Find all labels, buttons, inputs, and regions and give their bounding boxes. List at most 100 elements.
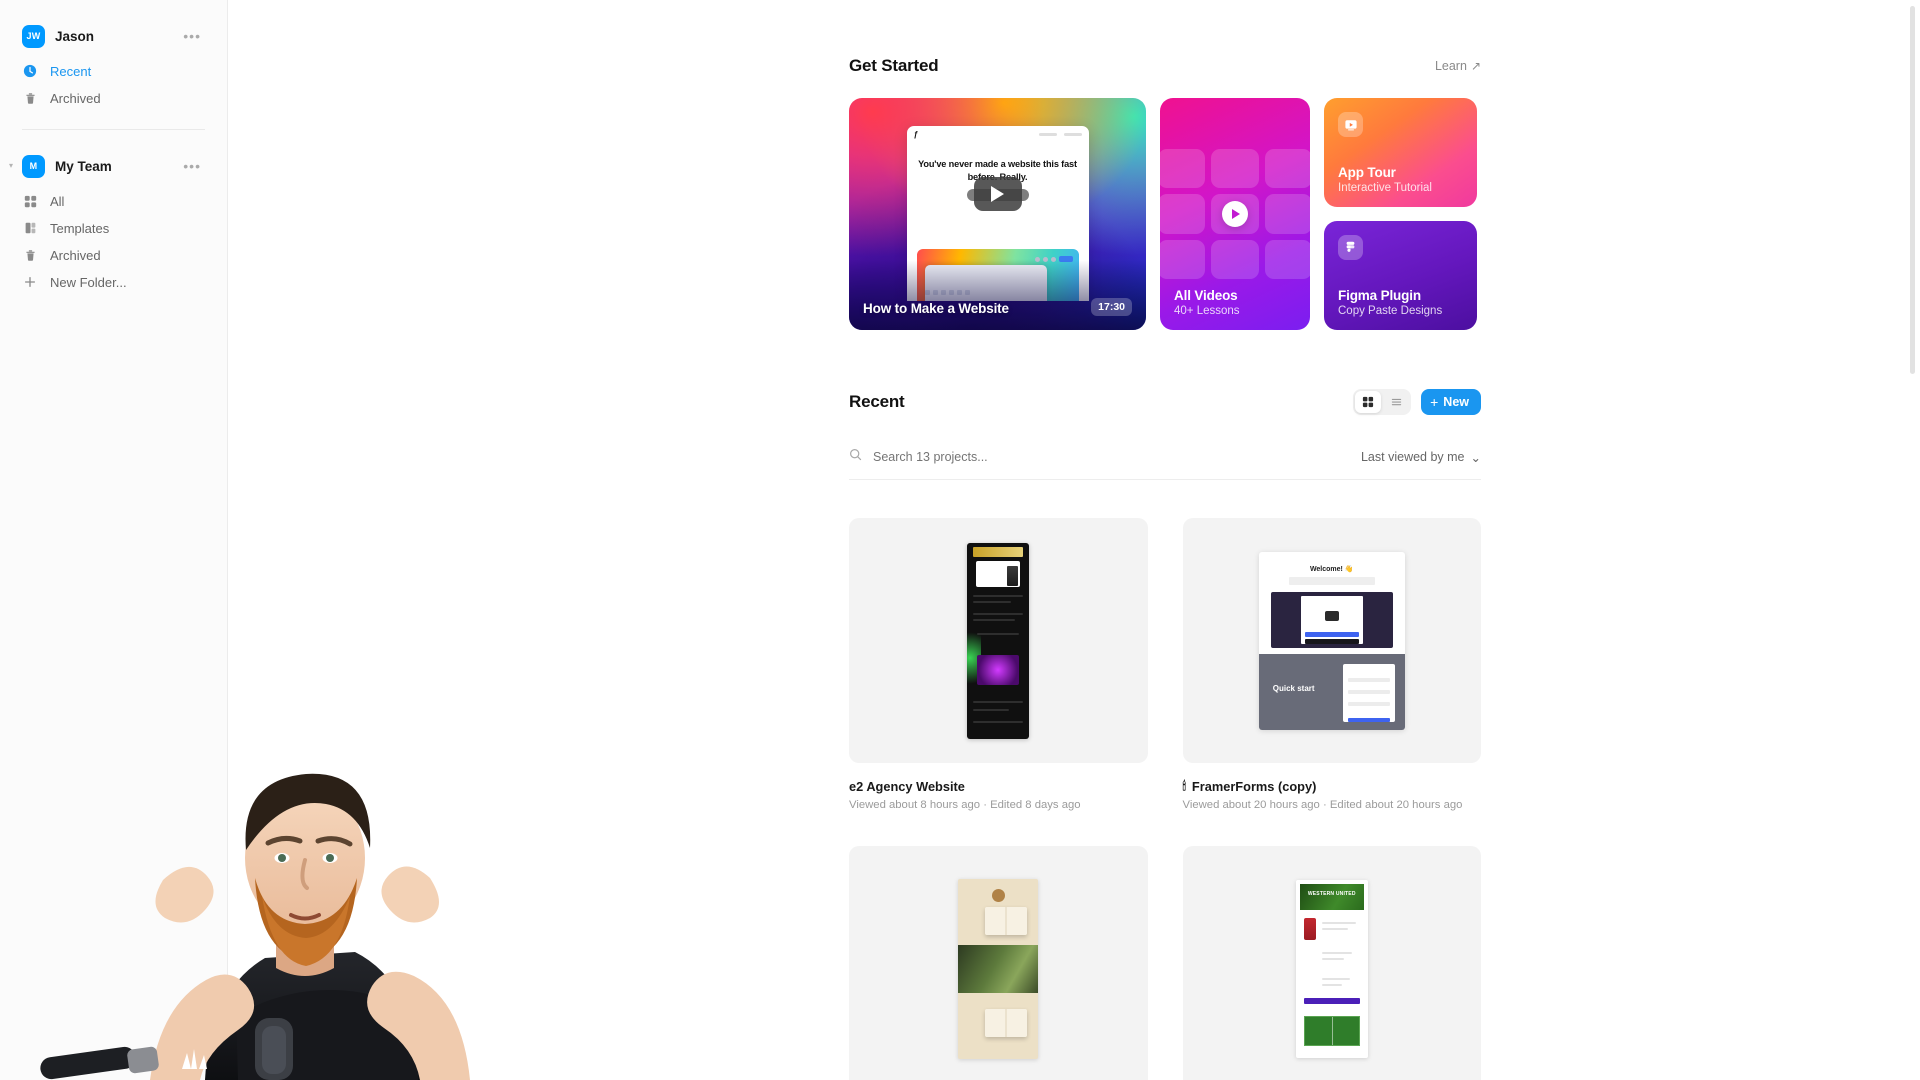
sidebar-item-archived-team[interactable]: Archived [14,242,213,268]
card-all-videos[interactable]: All Videos 40+ Lessons [1160,98,1310,330]
projects-grid: e2 Agency Website Viewed about 8 hours a… [849,518,1481,1080]
card-title: How to Make a Website [863,301,1009,316]
clock-icon [22,63,38,79]
avatar: JW [22,24,45,48]
project-thumbnail [849,846,1148,1080]
sidebar-item-label: All [50,193,65,209]
sidebar-item-label: Archived [50,247,101,263]
project-name-row: e2 Agency Website [849,779,1148,794]
templates-icon [22,220,38,236]
card-how-to-make-a-website[interactable]: ƒ You've never made a website this fast … [849,98,1146,330]
thumb-quick-start-text: Quick start [1272,683,1315,693]
chevron-down-icon[interactable]: ▾ [6,161,16,171]
thumbnail-art-recipe [958,878,1039,1059]
brand-logo-icon: ƒ [913,129,918,139]
project-thumbnail [849,518,1148,763]
recent-header: Recent + New [849,389,1481,415]
search-input[interactable] [873,450,1173,464]
main-content: Get Started Learn ↗ ƒ You've never made … [228,0,1920,1080]
view-toggle [1353,389,1412,415]
project-card[interactable] [849,846,1148,1080]
card-figma-plugin[interactable]: Figma Plugin Copy Paste Designs [1324,221,1477,330]
project-meta: Viewed about 8 hours ago · Edited 8 days… [849,799,1081,811]
sidebar-item-all[interactable]: All [14,188,213,214]
recent-toolbar: + New [1353,389,1481,415]
list-view-icon[interactable] [1383,391,1409,413]
thumbnail-art-western-united: WESTERN UNITED [1295,879,1368,1058]
card-column-right: App Tour Interactive Tutorial Figma Plug… [1324,98,1477,330]
app-window: JW Jason ••• Recent Archived ▾ M My Team… [0,0,1920,1080]
sidebar-team-name: My Team [55,158,112,174]
trash-icon [22,90,38,106]
card-title: All Videos [1174,288,1238,303]
plus-icon: + [1430,394,1439,410]
card-gradient-overlay [849,260,1146,330]
sidebar-item-recent[interactable]: Recent [14,58,213,84]
thumb-club-text: WESTERN UNITED [1307,890,1356,897]
get-started-cards: ƒ You've never made a website this fast … [849,98,1481,330]
sidebar-item-label: Templates [50,220,110,236]
sort-label: Last viewed by me [1360,450,1465,464]
get-started-header: Get Started Learn ↗ [849,0,1481,76]
sidebar-user-menu-button[interactable]: ••• [179,29,205,43]
search-icon [849,448,862,466]
duration-badge: 17:30 [1091,298,1132,316]
sidebar-divider [22,129,205,130]
plus-icon [22,274,38,290]
card-app-tour[interactable]: App Tour Interactive Tutorial [1324,98,1477,207]
thumb-nav-links [1038,132,1082,136]
sidebar-team-menu-button[interactable]: ••• [179,159,205,173]
trash-icon [22,247,38,263]
team-avatar: M [22,154,45,178]
project-card[interactable]: WESTERN UNITED [1182,846,1481,1080]
vertical-scrollbar[interactable] [1910,6,1915,374]
grid-view-icon[interactable] [1355,391,1382,413]
new-button[interactable]: + New [1421,389,1481,415]
sort-dropdown[interactable]: Last viewed by me ⌄ [1361,450,1481,465]
play-button-icon[interactable] [973,177,1022,211]
recent-title: Recent [849,392,905,411]
sidebar-item-label: Archived [50,90,101,106]
sidebar-item-archived-user[interactable]: Archived [14,85,213,111]
thumb-navbar: ƒ [907,126,1089,142]
search-row: Last viewed by me ⌄ [849,448,1481,480]
project-meta: Viewed about 20 hours ago · Edited about… [1182,799,1463,811]
figma-icon [1338,235,1363,260]
project-name: FramerForms (copy) [1191,779,1317,794]
play-button-icon [1222,201,1248,227]
card-subtitle: Copy Paste Designs [1338,305,1443,317]
card-subtitle: Interactive Tutorial [1338,182,1432,194]
external-link-arrow-icon: ↗ [1470,59,1481,73]
card-footer: App Tour Interactive Tutorial [1338,165,1432,194]
project-card[interactable]: Welcome! 👋 Quick start 🕯 FramerForms (co… [1182,518,1482,811]
sidebar-user-header[interactable]: JW Jason ••• [14,14,213,58]
thumbnail-art-framerforms: Welcome! 👋 Quick start [1258,551,1405,730]
card-subtitle: 40+ Lessons [1174,305,1240,317]
card-footer: All Videos 40+ Lessons [1174,288,1240,317]
learn-label: Learn [1434,59,1467,73]
project-thumbnail: Welcome! 👋 Quick start [1182,518,1481,763]
card-footer: Figma Plugin Copy Paste Designs [1338,288,1442,317]
get-started-title: Get Started [849,56,939,75]
sidebar-user-name: Jason [55,28,95,44]
new-button-label: New [1443,395,1469,409]
chevron-down-icon: ⌄ [1470,450,1481,465]
sidebar-team-header[interactable]: ▾ M My Team ••• [9,144,213,188]
sidebar-item-label: Recent [50,63,92,79]
sidebar: JW Jason ••• Recent Archived ▾ M My Team… [0,0,228,1080]
card-title: App Tour [1338,165,1396,180]
project-card[interactable]: e2 Agency Website Viewed about 8 hours a… [849,518,1148,811]
grid-icon [22,193,38,209]
thumb-welcome-text: Welcome! 👋 [1309,565,1354,573]
card-title: Figma Plugin [1338,288,1421,303]
video-tile-icon [1338,112,1363,137]
project-name-row: 🕯 FramerForms (copy) [1183,779,1482,794]
sidebar-item-label: New Folder... [50,274,127,290]
project-name: e2 Agency Website [849,779,965,794]
project-thumbnail: WESTERN UNITED [1182,846,1481,1080]
thumbnail-art-dark-agency [967,542,1030,739]
sidebar-item-templates[interactable]: Templates [14,215,213,241]
sidebar-item-new-folder[interactable]: New Folder... [14,269,213,295]
project-emoji: 🕯 [1182,779,1186,793]
learn-link[interactable]: Learn ↗ [1435,59,1481,73]
